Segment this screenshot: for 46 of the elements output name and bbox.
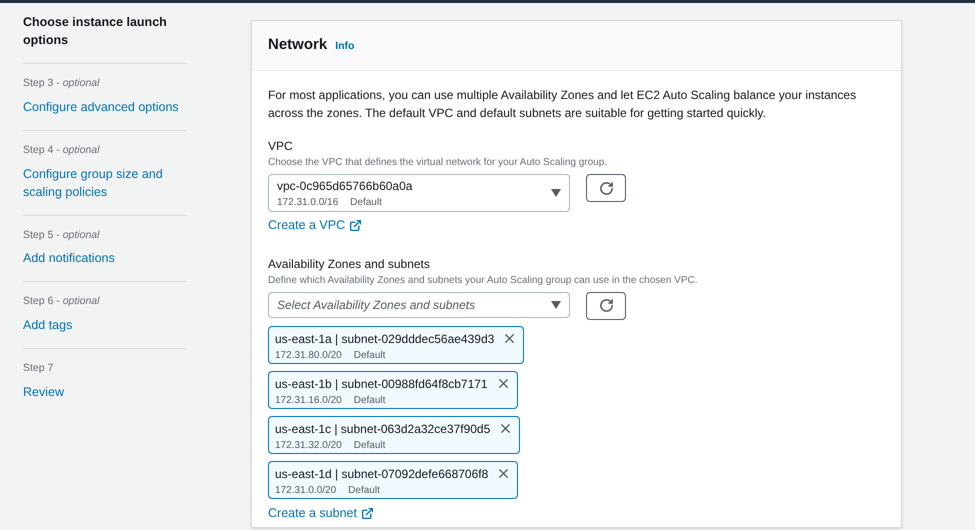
refresh-button[interactable] [586,174,626,202]
step-link[interactable]: Review [23,382,186,401]
cidr-text: 172.31.80.0/20 [275,348,342,363]
subnet-select[interactable]: Select Availability Zones and subnets [268,292,570,318]
cidr-text: 172.31.32.0/20 [275,438,342,453]
field-hint: Choose the VPC that defines the virtual network for your Auto Scaling group. [268,156,608,170]
refresh-button[interactable] [586,292,626,320]
step-link[interactable]: Configure group size and scaling policies [23,164,186,200]
step-label: Step 7 [23,361,54,376]
external-link-icon [360,506,374,520]
external-link-icon [349,218,362,232]
default-tag: Default [354,392,386,408]
vpc-select[interactable]: vpc-0c965d65766b60a0a 172.31.0.0/16 Default [268,174,570,212]
step-link[interactable]: Add notifications [23,249,186,268]
select-placeholder: Select Availability Zones and subnets [277,296,476,314]
default-tag: Default [354,348,386,363]
info-link[interactable]: Info [335,39,354,55]
vpc-value: vpc-0c965d65766b60a0a [277,178,412,194]
field-label: Availability Zones and subnets [268,256,431,273]
field-label: VPC [268,138,294,155]
step-label: Step 6 - optional [23,294,101,310]
step-label: Step 5 - optional [23,228,101,242]
external-link[interactable]: Create a subnet [268,504,374,522]
cidr-text: 172.31.0.0/16 [277,196,338,210]
step-label: Step 4 - optional [23,142,101,158]
default-tag: Default [354,438,386,453]
refresh-icon [598,180,614,196]
step-link[interactable]: Configure advanced options [23,98,186,116]
description: For most applications, you can use multiple Availability Zones and let EC2 Auto Scaling balance your instances across the zones. The default VPC and default subnets are suitable for getting started quickly. [268,87,858,122]
field-hint: Define which Availability Zones and subnets your Auto Scaling group can use in the chosen VPC. [268,274,699,288]
external-link[interactable]: Create a VPC [268,216,362,235]
cidr-text: 172.31.16.0/20 [275,394,342,408]
subnet-name: us-east-1d | subnet-07092defe668706f8 [275,466,488,483]
step-link[interactable]: Choose instance launch options [23,13,186,49]
step-label: Step 3 - optional [23,76,101,91]
subnet-name: us-east-1c | subnet-063d2a32ce37f90d5 [275,420,490,438]
cidr-text: 172.31.0.0/20 [275,484,336,498]
default-tag: Default [350,194,382,210]
caret-icon [551,300,561,309]
subnet-name: us-east-1b | subnet-00988fd64f8cb7171 [275,376,488,393]
caret-icon [551,189,561,197]
refresh-icon [598,298,614,314]
panel-title: Network [268,35,328,56]
default-tag: Default [348,482,380,498]
subnet-name: us-east-1a | subnet-029dddec56ae439d3 [275,330,494,348]
step-link[interactable]: Add tags [23,316,186,334]
